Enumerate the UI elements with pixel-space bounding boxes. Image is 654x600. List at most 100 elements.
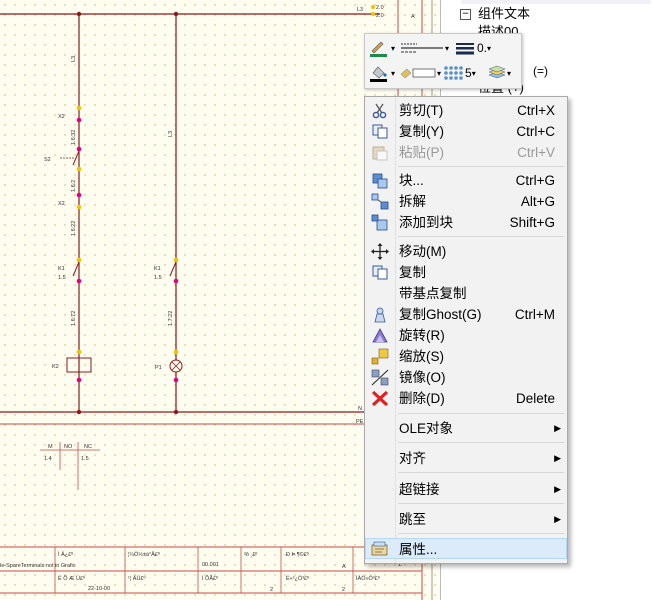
menu-item-label: 块... (399, 173, 424, 188)
menu-item-label: 镜像(O) (399, 370, 446, 385)
menu-item-hyperlink[interactable]: 超链接 ▶ (365, 479, 567, 500)
layer-button[interactable]: ▾ (487, 62, 511, 84)
hatch-count: 5 (465, 66, 472, 80)
menu-item-label: 复制 (399, 265, 426, 280)
menu-item-explode[interactable]: 拆解 Alt+G (365, 191, 567, 212)
menu-item-cut[interactable]: 剪切(T) Ctrl+X (365, 100, 567, 121)
menu-item-copy[interactable]: 复制(Y) Ctrl+C (365, 121, 567, 142)
menu-separator (398, 236, 564, 237)
menu-item-label: 剪切(T) (399, 103, 444, 118)
paint-bucket-icon (370, 66, 387, 82)
duplicate-icon (372, 265, 388, 280)
bus-node (371, 12, 375, 16)
menu-item-paste[interactable]: 粘贴(P) Ctrl+V (365, 142, 567, 163)
title-field: Ë Õ Æ Ü£º (58, 575, 85, 582)
menu-item-copy-with-base-point[interactable]: 带基点复制 (365, 283, 567, 304)
component-s2: S2 (44, 157, 51, 163)
menu-item-add-to-block[interactable]: 添加到块 Shift+G (365, 212, 567, 233)
title-date: 22-10-00 (88, 586, 110, 592)
context-menu: 剪切(T) Ctrl+X 复制(Y) Ctrl+C 粘贴(P) Ctrl+V 块… (364, 96, 568, 564)
menu-separator (398, 413, 564, 414)
menu-item-move[interactable]: 移动(M) (365, 241, 567, 262)
pen-icon (370, 41, 387, 57)
explode-icon (371, 193, 389, 210)
junction-dot (76, 409, 82, 415)
line-style-icon (401, 43, 443, 53)
submenu-arrow-icon: ▶ (554, 514, 561, 524)
menu-item-copy-ghost[interactable]: 复制Ghost(G) Ctrl+M (365, 304, 567, 325)
fill-color-button[interactable]: ▾ (368, 62, 395, 84)
title-field: Ì­ ÕÃ£º (202, 575, 218, 582)
block-icon (372, 173, 388, 189)
collapse-toggle[interactable]: − (460, 9, 471, 20)
paste-icon (372, 146, 388, 161)
scale-icon (371, 348, 389, 365)
component-k1: K1 (154, 266, 161, 272)
title-sheet: 2 (342, 587, 345, 593)
menu-item-rotate[interactable]: 旋转(R) (365, 325, 567, 346)
menu-item-label: 缩放(S) (399, 349, 444, 364)
rotate-icon (372, 328, 388, 343)
title-number: 00.001 (202, 562, 219, 568)
menu-item-properties[interactable]: 属性... (365, 538, 567, 559)
component-k2: K2 (52, 364, 59, 370)
title-field: ¦¼Ö½±à°Å£º (128, 551, 160, 558)
menu-item-shortcut: Alt+G (520, 194, 555, 209)
menu-item-label: OLE对象 (399, 421, 454, 436)
layers-icon (488, 65, 506, 79)
line-weight-value: 0. (477, 41, 488, 55)
chevron-down-icon: ▾ (487, 43, 492, 53)
junction-dot (173, 409, 179, 415)
menu-item-scale[interactable]: 缩放(S) (365, 346, 567, 367)
fill-style-button[interactable]: ▾ (399, 62, 441, 84)
title-field: ÌÂÒ»Ô³£º (356, 575, 380, 582)
menu-item-block[interactable]: 块... Ctrl+G (365, 170, 567, 191)
panel-row[interactable]: (=) (533, 61, 548, 81)
menu-item-align[interactable]: 对齐 ▶ (365, 448, 567, 469)
title-field: A (342, 564, 346, 570)
panel-group-label: 组件文本 (478, 6, 531, 21)
wire-label: 1.6:2 (71, 180, 77, 192)
bus-label-pe: PE (356, 419, 364, 425)
submenu-arrow-icon: ▶ (554, 423, 561, 433)
menu-item-shortcut: Delete (515, 391, 555, 406)
wire-label: L3 (71, 56, 77, 62)
contact-table-header: NC (84, 444, 92, 450)
wire-label: 1.6:22 (71, 221, 77, 236)
hatch-button[interactable]: 5 ▾ (443, 62, 476, 84)
menu-item-jump-to[interactable]: 跳至 ▶ (365, 509, 567, 530)
menu-item-label: 删除(D) (399, 391, 445, 406)
terminal-node (76, 204, 82, 210)
wire-label: 1.6:32 (71, 130, 77, 145)
submenu-arrow-icon: ▶ (554, 484, 561, 494)
junction-dot (173, 11, 179, 17)
bus-label-n: N (358, 406, 362, 412)
component-k1: K1 (58, 266, 65, 272)
mini-toolbar: ▾ ▾ 0. ▾ ▾ ▾ 5 ▾ ▾ (364, 33, 522, 89)
title-sheet: 2 (270, 587, 273, 593)
chevron-down-icon: ▾ (437, 68, 442, 78)
component-k1-ref: 1.5 (154, 275, 162, 281)
component-k1-ref: 1.5 (58, 275, 66, 281)
menu-item-shortcut: Ctrl+V (517, 145, 555, 160)
menu-item-shortcut: Ctrl+M (514, 307, 555, 322)
menu-item-delete[interactable]: 删除(D) Delete (365, 388, 567, 409)
terminal-node (76, 349, 82, 355)
terminal-node (76, 377, 82, 383)
contact-table-header: NO (64, 444, 73, 450)
terminal-node (76, 146, 82, 152)
menu-item-label: 旋转(R) (399, 328, 445, 343)
terminal-node (76, 117, 82, 123)
menu-item-mirror[interactable]: 镜像(O) (365, 367, 567, 388)
line-weight-button[interactable]: 0. ▾ (455, 37, 491, 59)
menu-item-duplicate[interactable]: 复制 (365, 262, 567, 283)
delete-icon (371, 390, 389, 407)
wire-label: 1.6:72 (71, 311, 77, 326)
chevron-down-icon: ▾ (507, 68, 512, 78)
terminal-node (76, 257, 82, 263)
menu-item-label: 超链接 (399, 482, 440, 497)
pen-color-button[interactable]: ▾ (368, 37, 395, 59)
menu-item-ole-object[interactable]: OLE对象 ▶ (365, 418, 567, 439)
line-style-button[interactable]: ▾ (399, 37, 449, 59)
copy-ghost-icon (374, 307, 386, 323)
